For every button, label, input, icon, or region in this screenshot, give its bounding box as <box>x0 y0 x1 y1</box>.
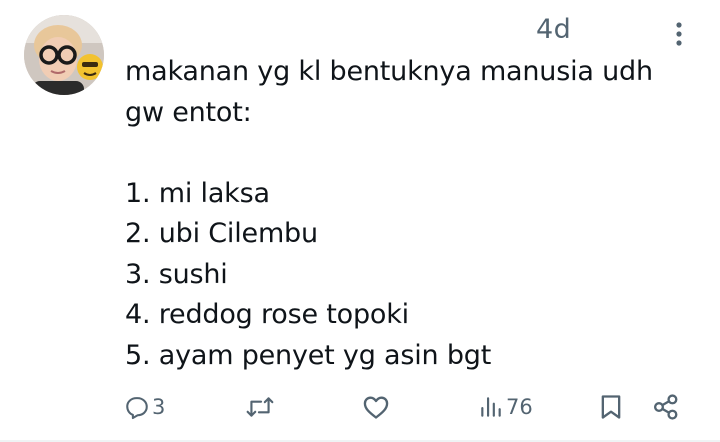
post: 4d makanan yg kl bentuknya manusia udh g… <box>0 0 720 442</box>
share-button[interactable] <box>652 385 680 429</box>
post-text-line: makanan yg kl bentuknya manusia udh <box>125 56 653 87</box>
more-icon <box>676 22 682 46</box>
views-count: 76 <box>506 395 533 419</box>
reply-icon <box>126 397 148 420</box>
post-timestamp[interactable]: 4d <box>536 14 571 45</box>
list-item: 2. ubi Cilembu <box>125 218 318 249</box>
avatar[interactable] <box>24 15 104 95</box>
views-button[interactable]: 76 <box>478 385 533 429</box>
bookmark-icon <box>601 395 621 419</box>
retweet-button[interactable] <box>245 385 275 429</box>
list-item: 5. ayam penyet yg asin bgt <box>125 339 492 371</box>
share-icon <box>653 394 678 420</box>
list-item: 4. reddog rose topoki <box>125 299 409 330</box>
list-item: 3. sushi <box>125 258 228 290</box>
post-text-blank-line <box>125 133 695 174</box>
reply-count: 3 <box>152 395 166 419</box>
avatar-image <box>24 15 104 95</box>
retweet-icon <box>246 397 274 417</box>
like-button[interactable] <box>362 385 390 429</box>
action-bar: 3 76 <box>0 385 720 429</box>
list-item: 1. mi laksa <box>125 177 270 209</box>
more-options-button[interactable] <box>664 18 694 52</box>
like-icon <box>363 396 389 419</box>
reply-button[interactable]: 3 <box>124 385 165 429</box>
post-text-line: gw entot: <box>125 96 252 128</box>
views-icon <box>481 397 501 417</box>
bookmark-button[interactable] <box>598 385 624 429</box>
post-text: makanan yg kl bentuknya manusia udh gw e… <box>125 52 695 376</box>
